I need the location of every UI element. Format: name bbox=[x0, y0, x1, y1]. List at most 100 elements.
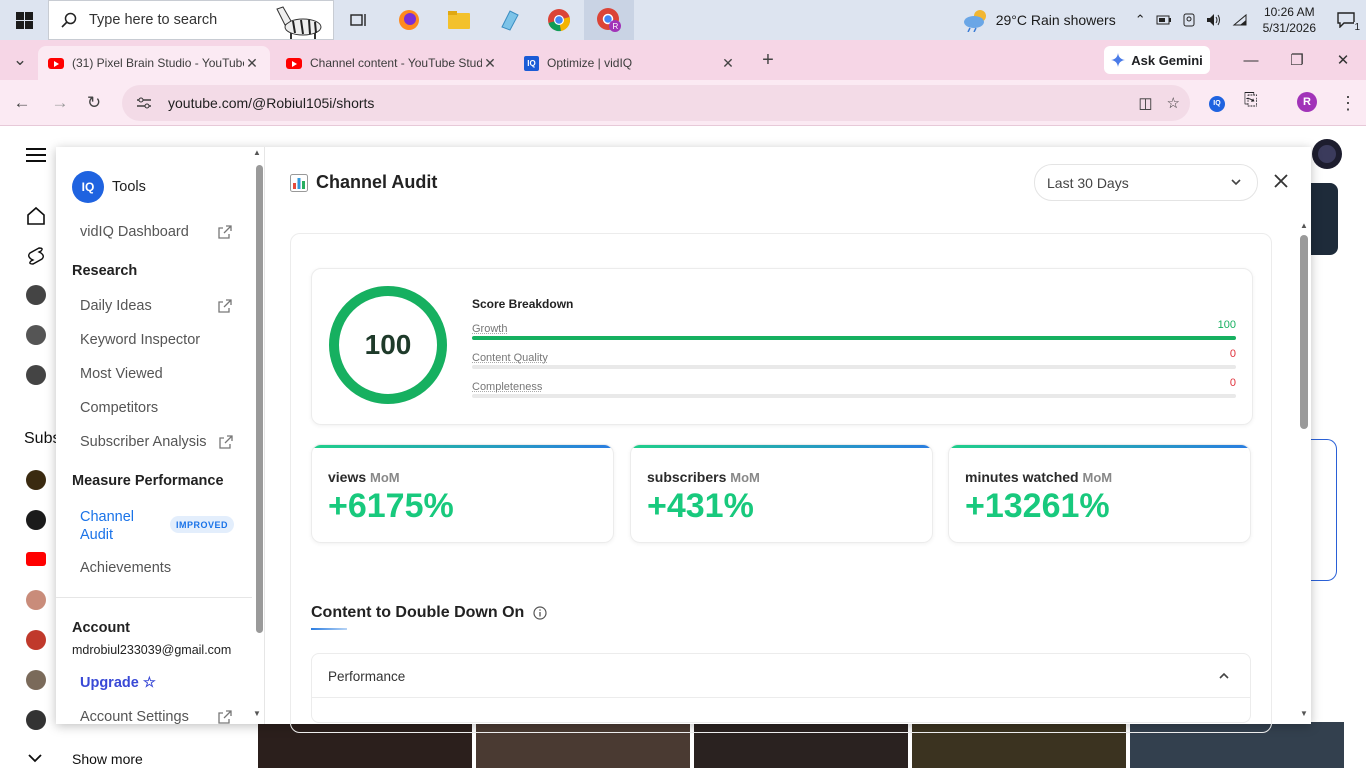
breakdown-label[interactable]: Completeness bbox=[472, 381, 542, 393]
subscription-avatar-icon[interactable] bbox=[26, 470, 46, 490]
battery-icon[interactable] bbox=[1156, 14, 1172, 26]
shorts-icon[interactable] bbox=[26, 246, 46, 266]
scroll-up-arrow-icon[interactable]: ▲ bbox=[1300, 221, 1308, 230]
scroll-up-arrow-icon[interactable]: ▲ bbox=[253, 148, 261, 157]
performance-label: Performance bbox=[328, 669, 406, 684]
chevron-up-icon[interactable] bbox=[1218, 670, 1230, 682]
date-range-select[interactable]: Last 30 Days bbox=[1034, 164, 1258, 201]
chrome-icon[interactable] bbox=[534, 0, 584, 40]
extensions-puzzle-icon[interactable]: ⎘ bbox=[1244, 90, 1258, 110]
info-icon[interactable] bbox=[533, 606, 547, 620]
sidebar-item-account-settings[interactable]: Account Settings bbox=[80, 709, 189, 724]
chevron-up-icon[interactable]: ⌃ bbox=[1135, 12, 1146, 28]
upgrade-link[interactable]: Upgrade ☆ bbox=[80, 675, 156, 691]
breakdown-label[interactable]: Content Quality bbox=[472, 352, 548, 364]
sidebar-scrollbar-thumb[interactable] bbox=[256, 165, 263, 633]
show-more-link[interactable]: Show more bbox=[72, 751, 143, 767]
close-tab-icon[interactable]: ✕ bbox=[482, 55, 498, 72]
side-card-partial[interactable] bbox=[1311, 439, 1337, 581]
address-bar[interactable]: youtube.com/@Robiul105i/shorts ◫ ☆ bbox=[122, 85, 1190, 121]
chevron-down-icon[interactable] bbox=[28, 754, 42, 764]
bookmark-star-icon[interactable]: ☆ bbox=[1167, 94, 1180, 112]
site-settings-icon[interactable] bbox=[136, 96, 152, 110]
youtube-subscription-icon[interactable] bbox=[26, 552, 46, 566]
breakdown-value: 0 bbox=[1229, 377, 1236, 389]
ask-gemini-button[interactable]: Ask Gemini bbox=[1104, 46, 1210, 74]
sidebar-item-competitors[interactable]: Competitors bbox=[80, 400, 158, 416]
close-window-icon[interactable]: ✕ bbox=[1320, 46, 1366, 74]
sidebar-item-achievements[interactable]: Achievements bbox=[80, 560, 171, 576]
external-link-icon[interactable] bbox=[218, 299, 232, 313]
hamburger-menu-icon[interactable] bbox=[26, 147, 46, 163]
chrome-profile-icon[interactable]: R bbox=[584, 0, 634, 40]
section-title-text: Content to Double Down On bbox=[311, 604, 525, 621]
taskbar-search-box[interactable]: Type here to search bbox=[48, 0, 334, 40]
profile-avatar[interactable]: R bbox=[1297, 92, 1317, 112]
subscription-avatar-icon[interactable] bbox=[26, 510, 46, 530]
sidebar-item-channel-audit[interactable]: Channel Audit bbox=[80, 508, 150, 544]
metric-label: views MoM bbox=[328, 469, 400, 485]
tab-optimize-vidiq[interactable]: IQ Optimize | vidIQ ✕ bbox=[514, 46, 746, 80]
metric-value: +431% bbox=[647, 487, 754, 525]
sidebar-item-subscriber-analysis[interactable]: Subscriber Analysis bbox=[80, 434, 207, 450]
task-view-icon[interactable] bbox=[334, 0, 384, 40]
metric-accent-bar bbox=[949, 445, 1250, 448]
close-tab-icon[interactable]: ✕ bbox=[244, 55, 260, 72]
restore-window-icon[interactable]: ❐ bbox=[1274, 46, 1320, 74]
subscription-avatar-icon[interactable] bbox=[26, 590, 46, 610]
volume-icon[interactable] bbox=[1206, 13, 1222, 27]
breakdown-label[interactable]: Growth bbox=[472, 323, 507, 335]
reload-icon[interactable]: ↻ bbox=[82, 91, 106, 115]
scroll-down-arrow-icon[interactable]: ▼ bbox=[253, 709, 261, 718]
subscription-avatar-icon[interactable] bbox=[26, 710, 46, 730]
metric-label: minutes watched MoM bbox=[965, 469, 1113, 485]
tab-pixel-brain-studio[interactable]: (31) Pixel Brain Studio - YouTube ✕ bbox=[38, 46, 270, 80]
close-icon[interactable] bbox=[1273, 173, 1289, 189]
sidebar-item-keyword-inspector[interactable]: Keyword Inspector bbox=[80, 332, 200, 348]
channel-avatar-icon[interactable] bbox=[26, 285, 46, 305]
vidiq-logo-icon: IQ bbox=[72, 171, 104, 203]
external-link-icon[interactable] bbox=[218, 225, 232, 239]
breakdown-value: 100 bbox=[1217, 319, 1236, 331]
clock-time: 10:26 AM bbox=[1263, 5, 1315, 19]
close-tab-icon[interactable]: ✕ bbox=[720, 55, 736, 72]
file-explorer-icon[interactable] bbox=[434, 0, 484, 40]
external-link-icon[interactable] bbox=[219, 435, 233, 449]
install-app-icon[interactable]: ◫ bbox=[1138, 94, 1152, 112]
firefox-icon[interactable] bbox=[384, 0, 434, 40]
minimize-window-icon[interactable]: — bbox=[1228, 46, 1274, 74]
clock[interactable]: 10:26 AM 5/31/2026 bbox=[1263, 4, 1316, 36]
subscription-avatar-icon[interactable] bbox=[26, 630, 46, 650]
forward-arrow-icon[interactable]: → bbox=[48, 91, 72, 115]
wifi-icon[interactable] bbox=[1232, 13, 1248, 27]
subscription-avatar-icon[interactable] bbox=[26, 670, 46, 690]
vidiq-extension-icon[interactable]: IQ bbox=[1209, 92, 1225, 112]
improved-badge: IMPROVED bbox=[170, 516, 234, 533]
scroll-down-arrow-icon[interactable]: ▼ bbox=[1300, 709, 1308, 718]
tab-search-chevron-icon[interactable]: ⌄ bbox=[8, 48, 32, 72]
external-link-icon[interactable] bbox=[218, 710, 232, 724]
weather-text[interactable]: 29°C Rain showers bbox=[996, 12, 1116, 28]
performance-accordion[interactable]: Performance bbox=[311, 653, 1251, 723]
sidebar-item-most-viewed[interactable]: Most Viewed bbox=[80, 366, 163, 382]
browser-toolbar: ← → ↻ youtube.com/@Robiul105i/shorts ◫ ☆… bbox=[0, 80, 1366, 126]
notification-center-icon[interactable]: 1 bbox=[1326, 12, 1366, 33]
upgrade-label: Upgrade bbox=[80, 675, 139, 691]
channel-avatar-icon[interactable] bbox=[26, 325, 46, 345]
start-button[interactable] bbox=[0, 0, 48, 40]
channel-avatar-icon[interactable] bbox=[26, 365, 46, 385]
notification-count: 1 bbox=[1354, 22, 1360, 33]
notes-app-icon[interactable] bbox=[484, 0, 534, 40]
sidebar-item-vidiq-dashboard[interactable]: vidIQ Dashboard bbox=[80, 224, 189, 240]
back-arrow-icon[interactable]: ← bbox=[10, 91, 34, 115]
main-scrollbar-thumb[interactable] bbox=[1300, 235, 1308, 429]
meet-now-icon[interactable] bbox=[1182, 13, 1196, 27]
home-icon[interactable] bbox=[26, 206, 46, 226]
new-tab-icon[interactable]: + bbox=[756, 48, 780, 72]
tools-label: Tools bbox=[112, 179, 146, 195]
browser-menu-icon[interactable]: ⋮ bbox=[1336, 91, 1360, 115]
video-thumbnail-partial[interactable] bbox=[1311, 183, 1338, 255]
sidebar-item-daily-ideas[interactable]: Daily Ideas bbox=[80, 298, 152, 314]
tab-channel-content[interactable]: Channel content - YouTube Studio ✕ bbox=[276, 46, 508, 80]
avatar-icon[interactable] bbox=[1312, 139, 1342, 169]
